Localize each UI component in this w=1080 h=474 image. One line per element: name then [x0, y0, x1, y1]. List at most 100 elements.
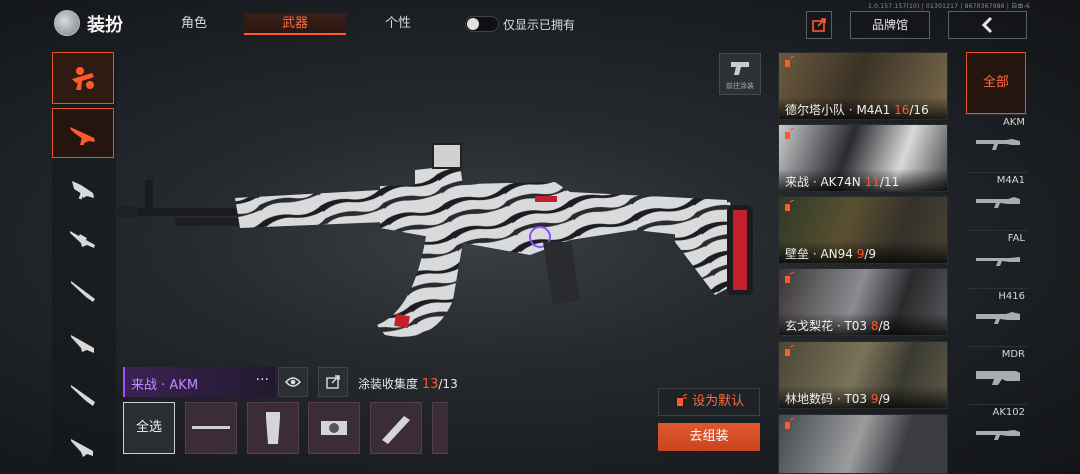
skin-owned: 16 — [894, 103, 910, 117]
select-all-button[interactable]: 全选 — [123, 402, 175, 454]
spray-icon — [785, 272, 795, 283]
skin-card[interactable]: 玄戈梨花 · T03 8/8 — [778, 268, 948, 336]
pistol-icon — [731, 62, 749, 75]
skin-caption: 德尔塔小队 · M4A1 16/16 — [779, 97, 947, 119]
h416-icon — [976, 312, 1020, 324]
skin-owned: 8 — [870, 319, 879, 333]
skin-owned: 9 — [870, 392, 879, 406]
skin-card[interactable]: 德尔塔小队 · M4A1 16/16 — [778, 52, 948, 120]
collection-current: 13 — [421, 377, 439, 392]
skin-caption: 玄戈梨花 · T03 8/8 — [779, 313, 947, 335]
sidebar-item-weapon-category[interactable] — [52, 52, 114, 104]
spray-icon — [676, 393, 688, 406]
skin-card[interactable]: 壁垒 · AN94 9/9 — [778, 196, 948, 264]
more-options-icon[interactable]: ··· — [256, 372, 269, 388]
collection-total: /13 — [438, 377, 458, 391]
part-slot-grip[interactable] — [247, 402, 299, 454]
tab-personality[interactable]: 个性 — [384, 13, 412, 35]
share-button[interactable] — [806, 11, 832, 39]
skin-total: /9 — [878, 392, 891, 406]
pistol-icon — [71, 439, 93, 457]
part-slot-more[interactable] — [432, 402, 448, 454]
skin-total: /16 — [909, 103, 929, 117]
eye-icon — [285, 377, 301, 387]
ak102-icon — [976, 430, 1020, 440]
back-button[interactable] — [948, 11, 1027, 39]
weapon-model-akm — [117, 143, 753, 337]
skin-card[interactable] — [778, 414, 948, 474]
type-all-button[interactable]: 全部 — [966, 52, 1026, 114]
spray-icon — [785, 128, 795, 139]
skin-name: 壁垒 · AN94 — [785, 247, 853, 261]
sidebar-item-assault-rifle[interactable] — [52, 108, 114, 158]
collection-progress: 涂装收集度 13/13 — [358, 375, 458, 392]
game-logo-icon — [54, 10, 80, 36]
page-title: 装扮 — [87, 15, 123, 36]
skin-card[interactable]: 林地数码 · T03 9/9 — [778, 341, 948, 409]
type-label: AK102 — [992, 407, 1026, 418]
goto-paint-label: 前往涂装 — [726, 82, 754, 90]
m4a1-icon — [976, 197, 1020, 208]
skin-name: 玄戈梨花 · T03 — [785, 319, 868, 333]
assault-rifle-icon — [70, 127, 95, 145]
sidebar-item-sniper-rifle[interactable] — [52, 214, 114, 264]
type-item-akm[interactable]: AKM — [966, 114, 1028, 172]
set-default-label: 设为默认 — [692, 394, 745, 409]
part-slot-stock[interactable] — [370, 402, 422, 454]
spray-icon — [785, 56, 795, 67]
owned-only-label: 仅显示已拥有 — [503, 18, 576, 32]
sidebar-item-marksman-rifle[interactable] — [52, 266, 114, 316]
brand-hall-button[interactable]: 品牌馆 — [850, 11, 930, 39]
skin-caption: 壁垒 · AN94 9/9 — [779, 241, 947, 263]
type-item-mdr[interactable]: MDR — [966, 346, 1028, 404]
share-icon — [326, 375, 340, 389]
barrel-part-icon — [192, 426, 230, 429]
type-label: FAL — [1007, 233, 1025, 244]
fal-icon — [976, 257, 1020, 266]
skin-name-bar[interactable]: 来战 · AKM ··· — [123, 367, 275, 397]
skin-caption: 来战 · AK74N 11/11 — [779, 169, 947, 191]
shotgun-icon — [71, 385, 95, 406]
part-slot-optic[interactable] — [308, 402, 360, 454]
type-label: AKM — [1002, 117, 1025, 128]
type-label: H416 — [998, 291, 1025, 302]
skin-card[interactable]: 来战 · AK74N 11/11 — [778, 124, 948, 192]
stock-part-icon — [382, 416, 410, 444]
skin-name: 林地数码 · T03 — [785, 392, 868, 406]
sidebar-item-pistol[interactable] — [52, 422, 114, 472]
tab-weapon[interactable]: 武器 — [244, 13, 346, 35]
skin-total: /8 — [878, 319, 891, 333]
optic-part-icon — [321, 421, 347, 435]
sidebar-item-shotgun[interactable] — [52, 370, 114, 420]
type-item-h416[interactable]: H416 — [966, 288, 1028, 346]
spray-icon — [785, 345, 795, 356]
set-default-button[interactable]: 设为默认 — [658, 388, 760, 416]
sniper-rifle-icon — [70, 231, 95, 248]
sidebar-item-smg[interactable] — [52, 164, 114, 214]
part-slot-barrel[interactable] — [185, 402, 237, 454]
assemble-button[interactable]: 去组装 — [658, 423, 760, 451]
skin-name: 来战 · AK74N — [785, 175, 861, 189]
type-item-ak102[interactable]: AK102 — [966, 404, 1028, 462]
mdr-icon — [976, 371, 1020, 385]
spray-icon — [785, 418, 795, 429]
weapon-category-icon — [72, 67, 94, 90]
type-item-fal[interactable]: FAL — [966, 230, 1028, 288]
weapon-type-list: 全部 AKM M4A1 FAL H416 MDR AK102 — [966, 52, 1028, 474]
goto-paint-button[interactable]: 前往涂装 — [719, 53, 761, 95]
type-item-m4a1[interactable]: M4A1 — [966, 172, 1028, 230]
sidebar-item-lmg[interactable] — [52, 318, 114, 368]
skin-owned: 11 — [864, 175, 880, 189]
share-skin-button[interactable] — [318, 367, 348, 397]
marksman-rifle-icon — [71, 281, 95, 302]
skin-name: 德尔塔小队 · M4A1 — [785, 103, 891, 117]
owned-only-toggle[interactable] — [465, 16, 499, 32]
akm-icon — [976, 139, 1020, 150]
grip-part-icon — [266, 412, 280, 444]
tab-character[interactable]: 角色 — [180, 13, 208, 35]
toggle-knob — [467, 18, 479, 30]
skin-name: 来战 · AKM — [131, 378, 199, 393]
lmg-icon — [71, 335, 94, 353]
back-arrow-icon — [981, 16, 992, 34]
preview-button[interactable] — [278, 367, 308, 397]
